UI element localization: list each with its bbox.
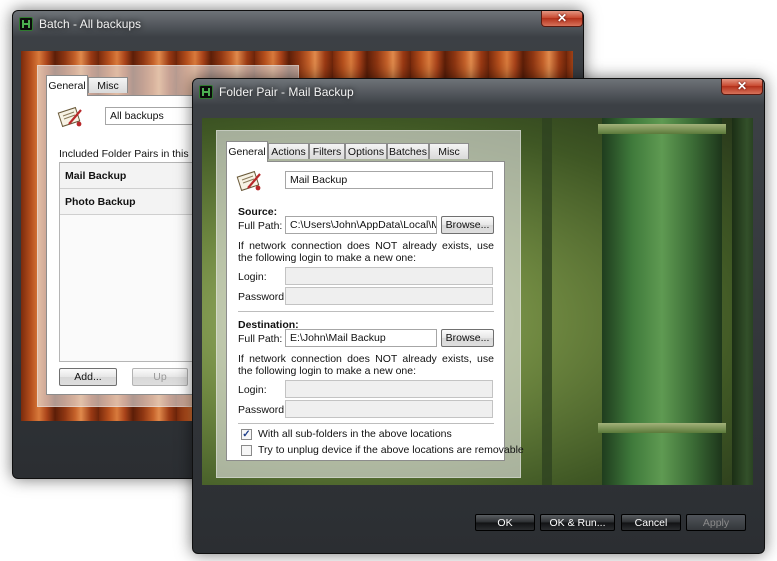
tab-batches[interactable]: Batches: [387, 143, 429, 159]
unplug-checkbox-label[interactable]: Try to unplug device if the above locati…: [258, 444, 524, 456]
tab-general[interactable]: General: [226, 141, 268, 162]
tab-filters[interactable]: Filters: [309, 143, 345, 159]
tab-label: Actions: [271, 145, 306, 158]
source-network-note: If network connection does NOT already e…: [238, 240, 494, 264]
batch-title-bar[interactable]: Batch - All backups ✕: [13, 11, 583, 37]
close-icon: ✕: [736, 79, 748, 93]
tab-actions[interactable]: Actions: [268, 143, 309, 159]
source-password-label: Password:: [238, 291, 288, 303]
folder-pair-name-input[interactable]: Mail Backup: [285, 171, 493, 189]
close-icon: ✕: [556, 11, 568, 25]
batch-tab-misc[interactable]: Misc: [88, 77, 128, 93]
move-up-button[interactable]: Up: [132, 368, 188, 386]
folder-pair-general-panel: Mail Backup Source: Full Path: C:\Users\…: [226, 161, 524, 461]
folder-pair-icon: [236, 170, 261, 192]
source-heading: Source:: [238, 206, 278, 218]
section-divider: [238, 423, 494, 424]
destination-password-input[interactable]: [285, 400, 493, 418]
folder-pair-title-bar[interactable]: Folder Pair - Mail Backup ✕: [193, 79, 764, 105]
source-password-input[interactable]: [285, 287, 493, 305]
source-login-label: Login:: [238, 271, 267, 283]
source-full-path-label: Full Path:: [238, 220, 283, 232]
tab-label: General: [48, 80, 86, 92]
tab-label: Misc: [97, 79, 119, 92]
subfolders-checkbox[interactable]: ✓: [241, 429, 252, 440]
source-login-input[interactable]: [285, 267, 493, 285]
tab-label: General: [228, 146, 266, 158]
tab-misc[interactable]: Misc: [429, 143, 469, 159]
tab-label: Filters: [312, 145, 342, 158]
destination-login-label: Login:: [238, 384, 267, 396]
folder-pair-window: Folder Pair - Mail Backup ✕ General Acti…: [192, 78, 765, 554]
ok-run-button[interactable]: OK & Run...: [540, 514, 615, 531]
section-divider: [238, 311, 494, 312]
bamboo-stalk: [542, 118, 552, 485]
cancel-button[interactable]: Cancel: [621, 514, 681, 531]
folder-pair-icon: [57, 106, 82, 128]
bamboo-stalk: [732, 118, 753, 485]
app-icon: [199, 85, 213, 99]
destination-browse-button[interactable]: Browse...: [441, 329, 494, 347]
tab-label: Misc: [438, 145, 460, 158]
bamboo-node: [598, 423, 726, 433]
batch-window-title: Batch - All backups: [39, 17, 142, 31]
folder-pair-close-button[interactable]: ✕: [721, 79, 763, 95]
bamboo-node: [598, 124, 726, 134]
checkmark-icon: ✓: [242, 428, 251, 440]
subfolders-checkbox-label[interactable]: With all sub-folders in the above locati…: [258, 428, 452, 440]
folder-pair-tab-bar: General Actions Filters Options Batches …: [226, 141, 516, 162]
ok-button[interactable]: OK: [475, 514, 535, 531]
batch-tab-general[interactable]: General: [46, 75, 88, 96]
batch-close-button[interactable]: ✕: [541, 11, 583, 27]
destination-path-input[interactable]: E:\John\Mail Backup: [285, 329, 437, 347]
add-pair-button[interactable]: Add...: [59, 368, 117, 386]
destination-network-note: If network connection does NOT already e…: [238, 353, 494, 377]
folder-pair-window-title: Folder Pair - Mail Backup: [219, 85, 354, 99]
tab-label: Batches: [389, 145, 427, 158]
app-icon: [19, 17, 33, 31]
tab-options[interactable]: Options: [345, 143, 387, 159]
apply-button[interactable]: Apply: [686, 514, 746, 531]
tab-label: Options: [347, 145, 385, 158]
unplug-checkbox[interactable]: [241, 445, 252, 456]
destination-login-input[interactable]: [285, 380, 493, 398]
destination-password-label: Password:: [238, 404, 288, 416]
destination-full-path-label: Full Path:: [238, 333, 283, 345]
source-browse-button[interactable]: Browse...: [441, 216, 494, 234]
source-path-input[interactable]: C:\Users\John\AppData\Local\Micro: [285, 216, 437, 234]
